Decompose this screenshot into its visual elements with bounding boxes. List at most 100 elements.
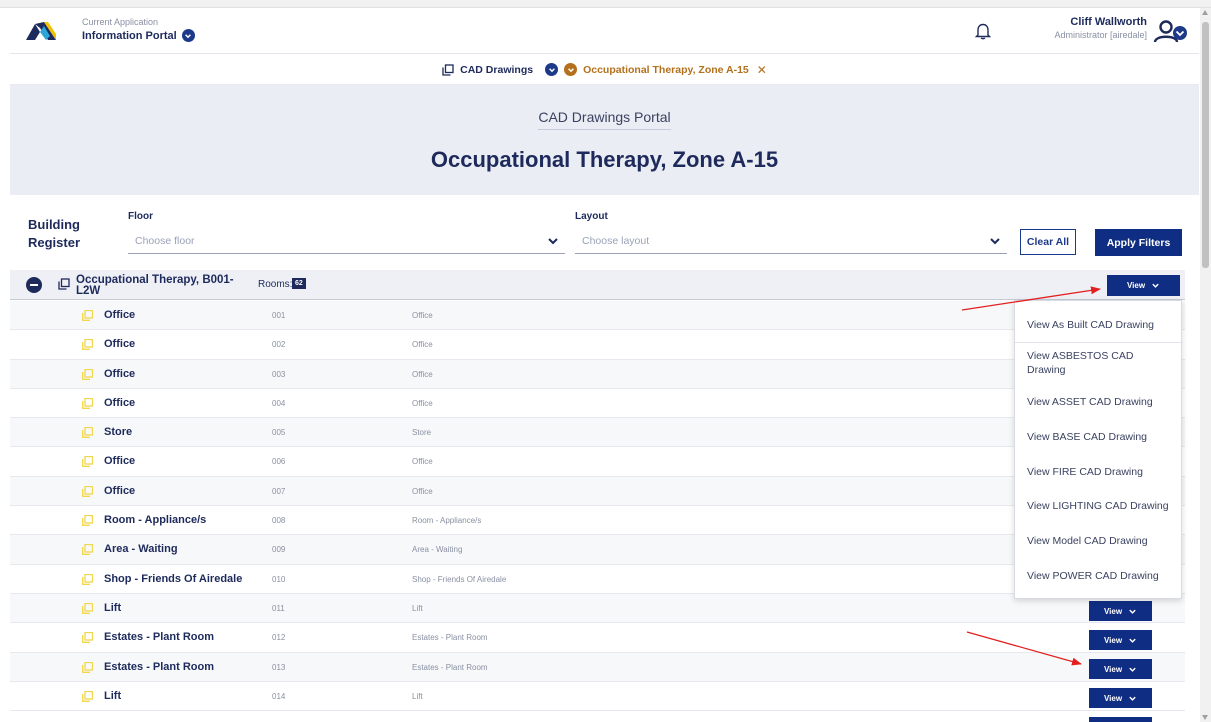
- app-name: Information Portal: [82, 29, 177, 42]
- room-description: Office: [412, 340, 433, 350]
- group-view-button[interactable]: View: [1107, 275, 1180, 296]
- room-name[interactable]: Office: [104, 485, 135, 497]
- folder-icon: [82, 544, 93, 556]
- table-row[interactable]: Office 006 Office: [10, 447, 1185, 477]
- app-name-row[interactable]: Information Portal: [82, 29, 195, 42]
- room-name[interactable]: Store: [104, 426, 132, 438]
- table-row[interactable]: Office 002 Office: [10, 330, 1185, 360]
- menu-item[interactable]: View POWER CAD Drawing: [1027, 569, 1177, 583]
- copy-icon: [58, 278, 70, 290]
- room-code: 001: [272, 311, 286, 320]
- menu-item[interactable]: View As Built CAD Drawing: [1027, 318, 1177, 332]
- application-switcher[interactable]: Current Application Information Portal: [82, 17, 195, 42]
- brand-logo[interactable]: [26, 20, 56, 42]
- room-code: 005: [272, 428, 286, 438]
- room-name[interactable]: Office: [104, 338, 135, 350]
- folder-icon: [82, 661, 93, 673]
- user-avatar-icon[interactable]: [1153, 18, 1189, 46]
- table-row[interactable]: Store 005 Store: [10, 418, 1185, 448]
- row-view-button[interactable]: View: [1089, 601, 1152, 621]
- table-row[interactable]: Shop - Friends Of Airedale 010 Shop - Frie…: [10, 565, 1185, 594]
- room-code: 011: [272, 603, 285, 613]
- scrollbar-thumb[interactable]: [1202, 22, 1209, 268]
- menu-item[interactable]: View LIGHTING CAD Drawing: [1027, 499, 1177, 513]
- row-view-button[interactable]: View: [1089, 688, 1152, 708]
- room-code: 007: [272, 486, 286, 496]
- chevron-down-icon: [1129, 609, 1136, 614]
- page-scrollbar[interactable]: [1200, 8, 1211, 722]
- view-button-label: View: [1126, 281, 1146, 290]
- room-code: 014: [272, 691, 286, 701]
- menu-divider: [1015, 342, 1183, 343]
- row-view-button[interactable]: View: [1089, 717, 1152, 722]
- room-name[interactable]: Lift: [104, 602, 121, 614]
- scroll-down-arrow-icon[interactable]: [1202, 715, 1208, 720]
- room-name[interactable]: Area - Waiting: [104, 543, 178, 555]
- room-name[interactable]: Office: [104, 368, 135, 380]
- folder-icon: [82, 602, 93, 614]
- scroll-up-arrow-icon[interactable]: [1202, 10, 1208, 15]
- chevron-down-icon[interactable]: [181, 29, 195, 42]
- chevron-down-icon[interactable]: [545, 63, 559, 76]
- room-code: 004: [272, 398, 286, 408]
- room-code: 006: [272, 457, 286, 467]
- clear-all-button[interactable]: Clear All: [1020, 229, 1076, 255]
- table-row[interactable]: Estates - Plant Room 013 Estates - Plant R…: [10, 652, 1185, 682]
- bell-icon[interactable]: [975, 22, 991, 40]
- table-row[interactable]: Office 001 Office: [10, 301, 1185, 331]
- table-row[interactable]: Estates - Plant Room 012 Estates - Plant R…: [10, 623, 1185, 653]
- view-button-label: View: [1103, 664, 1123, 674]
- table-row[interactable]: Room - Appliance/s 008 Room - Appliance/s: [10, 506, 1185, 536]
- user-role: Administrator [airedale]: [1054, 30, 1147, 40]
- menu-item[interactable]: View ASBESTOS CAD Drawing: [1027, 349, 1155, 377]
- table-row[interactable]: Area - Waiting 009 Area - Waiting: [10, 535, 1185, 565]
- menu-item[interactable]: View BASE CAD Drawing: [1027, 430, 1177, 444]
- folder-icon: [82, 456, 93, 468]
- room-description: Area - Waiting: [412, 545, 463, 555]
- room-description: Estates - Plant Room: [412, 662, 488, 672]
- breadcrumb-cad-drawings[interactable]: CAD Drawings: [442, 63, 559, 76]
- menu-item[interactable]: View ASSET CAD Drawing: [1027, 395, 1177, 409]
- room-name[interactable]: Shop - Friends Of Airedale: [104, 573, 242, 585]
- menu-item[interactable]: View Model CAD Drawing: [1027, 534, 1177, 548]
- folder-icon: [82, 690, 93, 702]
- building-name[interactable]: Occupational Therapy, B001-L2W: [76, 274, 254, 297]
- folder-icon: [82, 368, 93, 380]
- collapse-icon[interactable]: [26, 277, 42, 293]
- room-description: Office: [412, 369, 433, 379]
- breadcrumb-cad-drawings-label: CAD Drawings: [460, 63, 534, 76]
- room-name[interactable]: Room - Appliance/s: [104, 514, 206, 526]
- room-name[interactable]: Estates - Plant Room: [104, 661, 214, 673]
- table-row[interactable]: Office 003 Office: [10, 359, 1185, 389]
- chevron-down-icon[interactable]: [564, 63, 578, 76]
- row-view-button[interactable]: View: [1089, 630, 1152, 650]
- room-code: 008: [272, 516, 286, 526]
- user-info[interactable]: Cliff Wallworth Administrator [airedale]: [1054, 16, 1147, 40]
- menu-item[interactable]: View FIRE CAD Drawing: [1027, 465, 1177, 479]
- folder-icon: [82, 632, 93, 644]
- room-name[interactable]: Office: [104, 397, 135, 409]
- page: Current Application Information Portal C…: [0, 0, 1211, 722]
- row-view-button[interactable]: View: [1089, 659, 1152, 679]
- section-title: Building Register: [28, 216, 80, 252]
- table-row[interactable]: Lift 014 Lift: [10, 682, 1185, 712]
- room-name[interactable]: Office: [104, 309, 135, 321]
- chevron-down-icon: [990, 238, 1000, 245]
- floor-select[interactable]: Choose floor: [128, 228, 565, 254]
- layout-select[interactable]: Choose layout: [575, 228, 1007, 254]
- room-name[interactable]: Office: [104, 455, 135, 467]
- folder-icon: [82, 310, 93, 321]
- table-row[interactable]: Office 007 Office: [10, 476, 1185, 507]
- close-icon[interactable]: ✕: [757, 63, 767, 77]
- user-name: Cliff Wallworth: [1070, 16, 1147, 28]
- room-description: Estates - Plant Room: [412, 633, 488, 643]
- table-row[interactable]: Office 004 Office: [10, 389, 1185, 419]
- rooms-label: Rooms:: [258, 279, 293, 290]
- room-name[interactable]: Estates - Plant Room: [104, 631, 214, 643]
- room-name[interactable]: Lift: [104, 690, 121, 702]
- table-row[interactable]: Lift 011 Lift: [10, 593, 1185, 624]
- breadcrumb-current[interactable]: Occupational Therapy, Zone A-15 ✕: [564, 63, 767, 77]
- page-title: Occupational Therapy, Zone A-15: [430, 147, 779, 172]
- apply-filters-button[interactable]: Apply Filters: [1095, 229, 1182, 256]
- window-top-strip: [0, 0, 1211, 8]
